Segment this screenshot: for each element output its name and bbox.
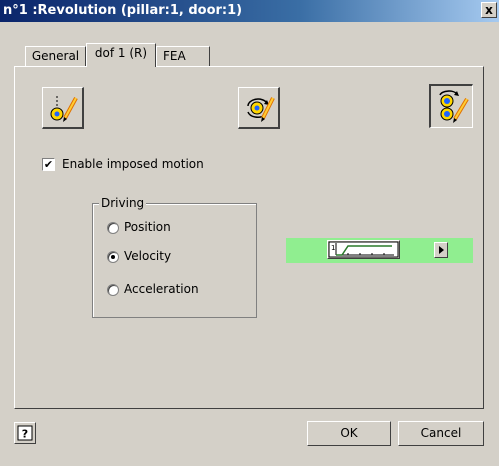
tab-general-label: General [31,49,80,63]
ok-button[interactable]: OK [307,421,391,446]
tab-fea[interactable]: FEA [156,46,210,66]
tab-dof-1-label: dof 1 (R) [94,46,148,60]
cancel-button[interactable]: Cancel [398,421,484,446]
help-button[interactable]: ? [14,422,36,444]
ok-label: OK [340,426,358,440]
title-bar: n°1 :Revolution (pillar:1, door:1) x [0,0,499,22]
close-button[interactable]: x [481,2,497,18]
tab-general[interactable]: General [25,46,86,66]
help-label: ? [22,428,28,441]
help-icon: ? [17,425,33,441]
cancel-label: Cancel [420,426,462,440]
tab-fea-label: FEA [163,49,186,63]
tab-dof-1[interactable]: dof 1 (R) [86,43,156,67]
dof-panel [14,66,484,409]
window-title: n°1 :Revolution (pillar:1, door:1) [3,3,243,18]
